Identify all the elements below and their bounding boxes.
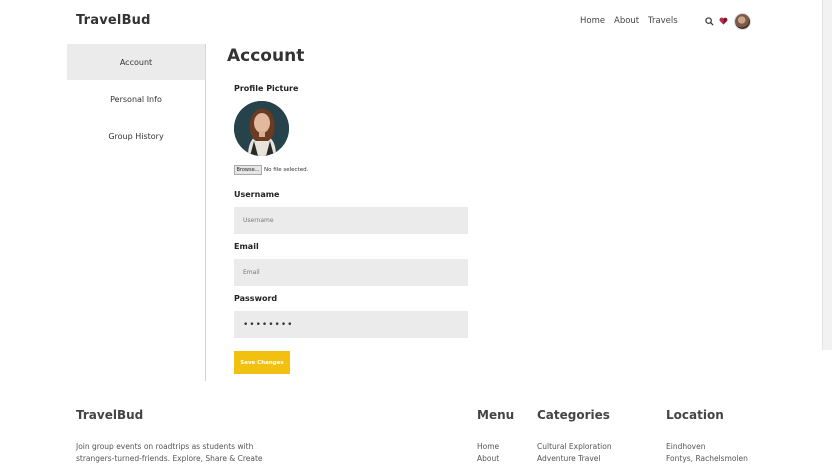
username-input[interactable] [234,207,468,234]
browse-button[interactable]: Browse... [234,165,262,175]
footer-description-line2: strangers-turned-friends. Explore, Share… [76,454,263,463]
search-icon[interactable] [702,14,716,28]
sidebar-item-personal-info[interactable]: Personal Info [67,81,205,117]
footer-link-home[interactable]: Home [477,442,499,451]
brand-logo[interactable]: TravelBud [76,13,151,28]
footer-link-about[interactable]: About [477,454,499,463]
footer-category-adventure[interactable]: Adventure Travel [537,454,600,463]
footer-location-title: Location [666,408,724,422]
nav-travels[interactable]: Travels [648,16,678,26]
footer-menu-title: Menu [477,408,515,422]
page-title: Account [227,46,305,66]
page-edge [822,0,832,350]
settings-sidebar: Account Personal Info Group History [67,44,206,381]
footer-description-line1: Join group events on roadtrips as studen… [76,442,254,451]
email-input[interactable] [234,259,468,286]
top-header: TravelBud Home About Travels [0,0,832,44]
profile-picture-label: Profile Picture [234,84,299,93]
password-label: Password [234,294,278,303]
profile-picture [234,101,289,156]
heart-icon[interactable] [716,14,730,28]
save-changes-button[interactable]: Save Changes [234,351,290,374]
avatar[interactable] [734,13,751,30]
sidebar-item-group-history[interactable]: Group History [67,118,205,154]
email-label: Email [234,242,259,251]
footer-categories-title: Categories [537,408,610,422]
footer-category-cultural[interactable]: Cultural Exploration [537,442,612,451]
file-status: No file selected. [264,167,309,173]
password-input[interactable] [234,311,468,338]
footer-location-city: Eindhoven [666,442,706,451]
nav-home[interactable]: Home [580,16,605,26]
footer-brand: TravelBud [76,408,144,422]
footer-location-address: Fontys, Rachelsmolen [666,454,748,463]
username-label: Username [234,190,280,199]
sidebar-item-account[interactable]: Account [67,44,205,80]
nav-about[interactable]: About [614,16,639,26]
